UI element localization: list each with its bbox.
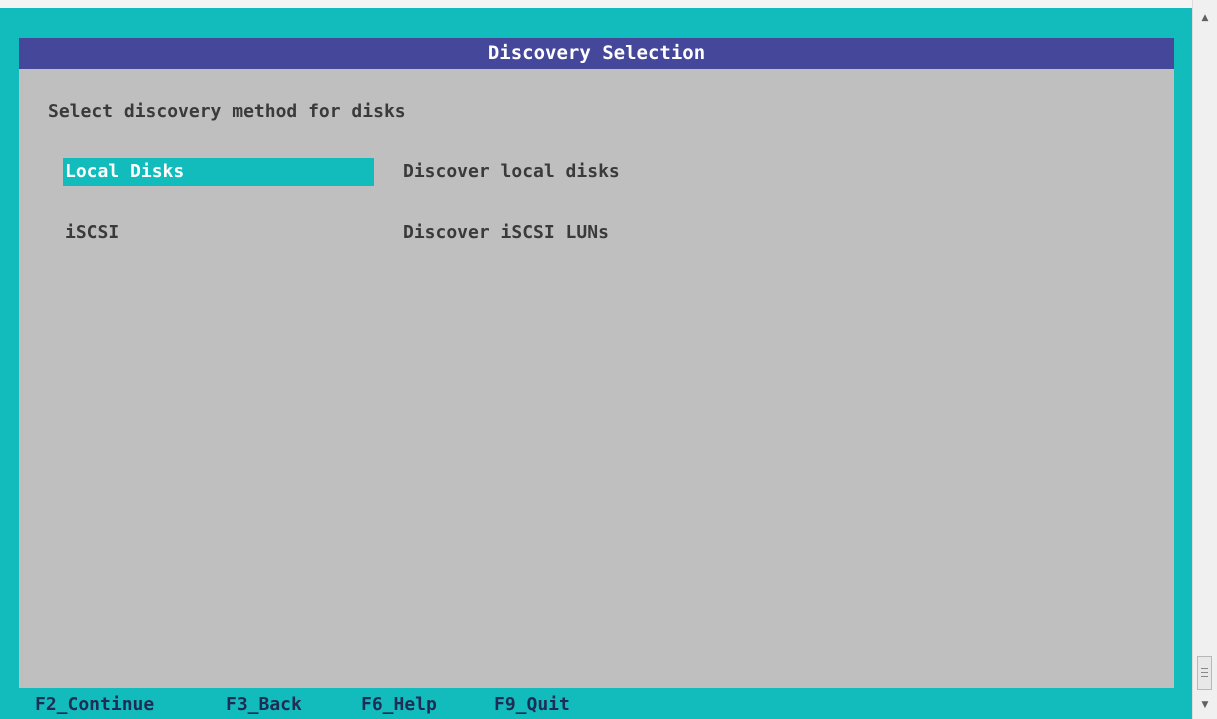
method-description: Discover local disks — [403, 161, 620, 182]
scrollbar-thumb[interactable] — [1197, 656, 1212, 690]
terminal-screen: Discovery Selection Select discovery met… — [0, 0, 1192, 719]
f2-continue-key[interactable]: F2_Continue — [35, 694, 154, 715]
f3-back-key[interactable]: F3_Back — [226, 694, 302, 715]
method-name: Local Disks — [63, 158, 374, 186]
grip-line — [1201, 676, 1208, 677]
grip-line — [1201, 672, 1208, 673]
dialog-panel: Select discovery method for disks Local … — [19, 69, 1174, 688]
grip-line — [1201, 668, 1208, 669]
method-name: iSCSI — [65, 222, 120, 243]
method-description: Discover iSCSI LUNs — [403, 222, 609, 243]
function-key-bar: F2_Continue F3_Back F6_Help F9_Quit — [0, 688, 1192, 719]
scroll-down-arrow-icon[interactable]: ▼ — [1193, 695, 1217, 715]
f9-quit-key[interactable]: F9_Quit — [494, 694, 570, 715]
method-option-local-disks[interactable]: Local Disks Discover local disks — [63, 158, 1063, 186]
vertical-scrollbar[interactable]: ▲ ▼ — [1192, 0, 1217, 719]
dialog-title: Discovery Selection — [19, 38, 1174, 69]
prompt-text: Select discovery method for disks — [48, 101, 406, 122]
app-window: Discovery Selection Select discovery met… — [0, 0, 1217, 719]
top-edge — [0, 0, 1192, 8]
method-option-iscsi[interactable]: iSCSI Discover iSCSI LUNs — [63, 219, 1063, 247]
f6-help-key[interactable]: F6_Help — [361, 694, 437, 715]
scroll-up-arrow-icon[interactable]: ▲ — [1193, 8, 1217, 28]
